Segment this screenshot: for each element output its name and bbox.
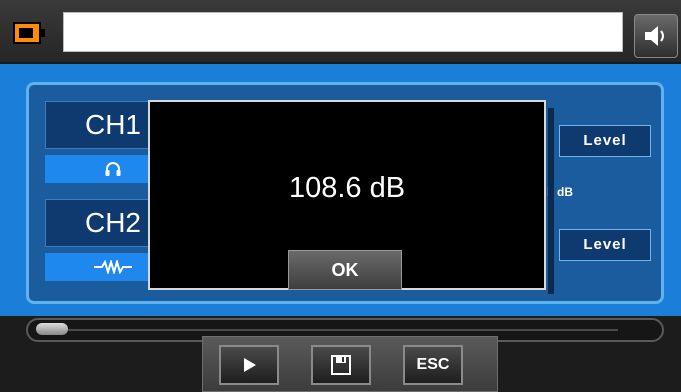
battery-icon[interactable]: [12, 20, 48, 46]
value-dialog: 108.6 dB OK: [148, 100, 546, 290]
waveform-icon: [94, 260, 132, 274]
title-field[interactable]: [63, 12, 623, 52]
progress-groove: [68, 329, 618, 331]
save-icon: [331, 355, 351, 375]
ok-button[interactable]: OK: [288, 250, 402, 290]
control-bar: ESC: [202, 336, 498, 392]
speaker-icon: [645, 26, 664, 46]
top-bar: [0, 0, 681, 62]
headphones-icon: [105, 162, 121, 176]
progress-knob[interactable]: [36, 323, 68, 335]
save-button[interactable]: [311, 345, 371, 385]
speaker-button[interactable]: [634, 14, 678, 58]
bottom-bar: ESC: [0, 316, 681, 392]
play-button[interactable]: [219, 345, 279, 385]
play-icon: [244, 358, 256, 372]
esc-button[interactable]: ESC: [403, 345, 463, 385]
level-button-1[interactable]: Level: [559, 125, 651, 157]
dialog-shadow: [548, 108, 554, 294]
dialog-value-text: 108.6 dB: [288, 172, 406, 204]
level-button-2[interactable]: Level: [559, 229, 651, 261]
